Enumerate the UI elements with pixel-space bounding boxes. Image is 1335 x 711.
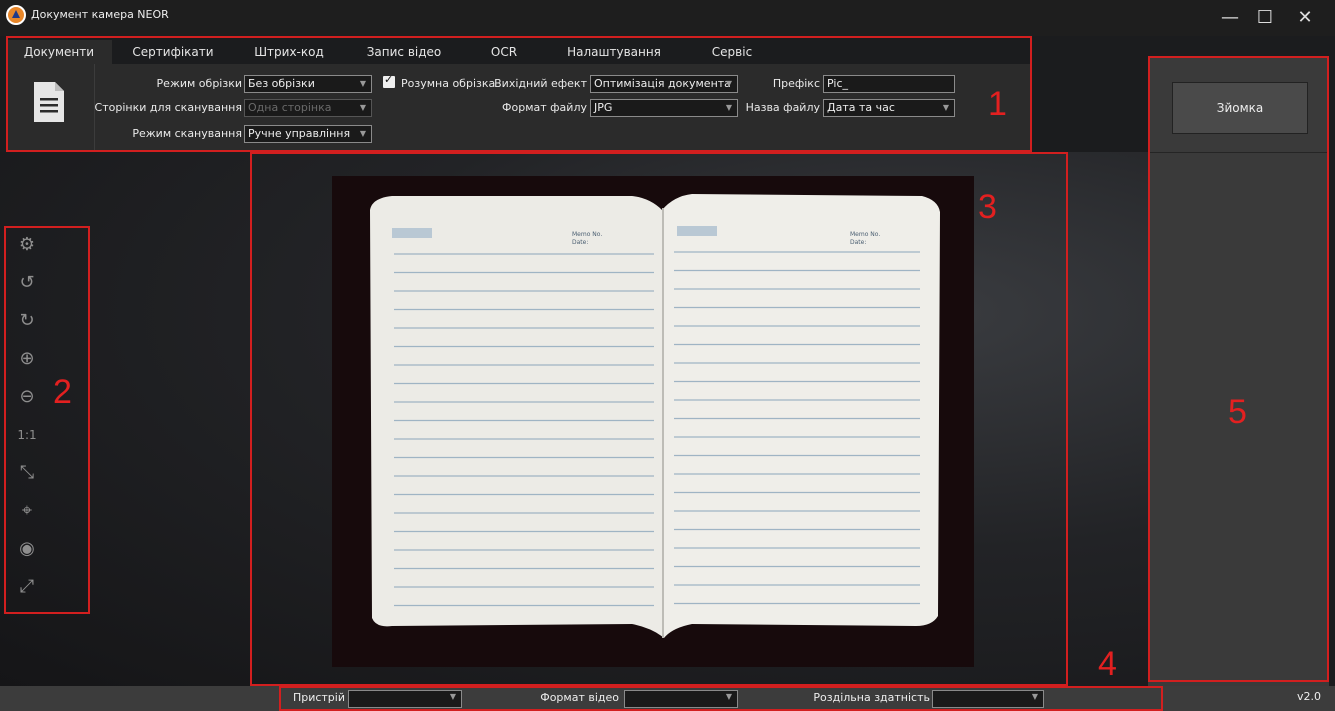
- output-effect-value: Оптимізація документа: [594, 77, 731, 90]
- left-memo-label: Memo No.: [572, 231, 602, 238]
- annotation-number-3: 3: [978, 188, 997, 226]
- video-format-label: Формат відео: [540, 691, 619, 704]
- chevron-down-icon: ▼: [359, 79, 366, 88]
- tab-certificates[interactable]: Сертифікати: [112, 40, 234, 64]
- webcam-icon[interactable]: ◉: [16, 538, 38, 560]
- camera-preview[interactable]: Memo No. Date: Memo No. Date:: [332, 176, 974, 667]
- left-date-label: Date:: [572, 239, 588, 246]
- output-effect-label: Вихідний ефект: [494, 77, 587, 90]
- pages-select[interactable]: Одна сторінка ▼: [244, 99, 372, 117]
- annotation-number-2: 2: [53, 373, 72, 411]
- annotation-number-5: 5: [1228, 393, 1247, 431]
- chevron-down-icon: ▼: [725, 103, 732, 112]
- ribbon-tabs: Документи Сертифікати Штрих-код Запис ві…: [6, 40, 1030, 64]
- crop-mode-select[interactable]: Без обрізки ▼: [244, 75, 372, 93]
- tab-documents[interactable]: Документи: [6, 40, 112, 64]
- pages-value: Одна сторінка: [248, 101, 332, 114]
- crosshair-icon[interactable]: ⌖: [16, 500, 38, 522]
- gear-icon[interactable]: ⚙: [16, 234, 38, 256]
- side-toolbar: ⚙ ↺ ↻ ⊕ ⊖ 1:1 ⤡ ⌖ ◉ ⤢: [6, 226, 90, 614]
- video-format-select[interactable]: ▼: [624, 690, 738, 708]
- right-panel: [1148, 56, 1329, 686]
- chevron-down-icon: ▼: [1031, 692, 1038, 701]
- file-format-select[interactable]: JPG ▼: [590, 99, 738, 117]
- chevron-down-icon: ▼: [725, 79, 732, 88]
- close-icon[interactable]: ✕: [1290, 6, 1320, 30]
- file-format-label: Формат файлу: [502, 101, 587, 114]
- device-select[interactable]: ▼: [348, 690, 462, 708]
- app-logo-icon: [6, 5, 26, 25]
- annotation-number-1: 1: [988, 85, 1007, 123]
- rotate-right-icon[interactable]: ↻: [16, 310, 38, 332]
- prefix-label: Префікс: [772, 77, 820, 90]
- smart-crop-checkbox[interactable]: [383, 73, 395, 88]
- rotate-left-icon[interactable]: ↺: [16, 272, 38, 294]
- resolution-select[interactable]: ▼: [932, 690, 1044, 708]
- file-name-value: Дата та час: [827, 101, 895, 114]
- crop-mode-label: Режим обрізки: [156, 77, 242, 90]
- annotation-number-4: 4: [1098, 645, 1117, 683]
- capture-button[interactable]: Зйомка: [1172, 82, 1308, 134]
- notebook-image: Memo No. Date: Memo No. Date:: [370, 194, 940, 638]
- resolution-label: Роздільна здатність: [813, 691, 930, 704]
- scan-mode-value: Ручне управління: [248, 127, 351, 140]
- crop-mode-value: Без обрізки: [248, 77, 315, 90]
- tab-barcode[interactable]: Штрих-код: [234, 40, 344, 64]
- minimize-icon[interactable]: —: [1215, 6, 1245, 30]
- maximize-icon[interactable]: ☐: [1250, 6, 1280, 30]
- actual-size-icon[interactable]: 1:1: [16, 424, 38, 446]
- tab-video-record[interactable]: Запис відео: [344, 40, 464, 64]
- version-label: v2.0: [1296, 690, 1321, 703]
- document-icon: [34, 82, 64, 122]
- output-effect-select[interactable]: Оптимізація документа ▼: [590, 75, 738, 93]
- right-date-label: Date:: [850, 239, 866, 246]
- chevron-down-icon: ▼: [359, 129, 366, 138]
- right-memo-label: Memo No.: [850, 231, 880, 238]
- fit-icon[interactable]: ⤡: [16, 462, 38, 484]
- window-title: Документ камера NEOR: [31, 8, 169, 21]
- file-format-value: JPG: [594, 101, 613, 114]
- zoom-in-icon[interactable]: ⊕: [16, 348, 38, 370]
- file-name-select[interactable]: Дата та час ▼: [823, 99, 955, 117]
- file-name-label: Назва файлу: [745, 101, 820, 114]
- zoom-out-icon[interactable]: ⊖: [16, 386, 38, 408]
- device-label: Пристрій: [292, 691, 345, 704]
- chevron-down-icon: ▼: [359, 103, 366, 112]
- tab-settings[interactable]: Налаштування: [544, 40, 684, 64]
- tab-service[interactable]: Сервіс: [684, 40, 780, 64]
- prefix-input[interactable]: Pic_: [823, 75, 955, 93]
- tab-ocr[interactable]: OCR: [464, 40, 544, 64]
- pages-label: Сторінки для сканування: [94, 101, 242, 114]
- scan-mode-select[interactable]: Ручне управління ▼: [244, 125, 372, 143]
- chevron-down-icon: ▼: [725, 692, 732, 701]
- fullscreen-icon[interactable]: ⤢: [16, 576, 38, 598]
- chevron-down-icon: ▼: [942, 103, 949, 112]
- smart-crop-label: Розумна обрізка: [401, 77, 496, 90]
- right-panel-divider: [1150, 152, 1328, 153]
- chevron-down-icon: ▼: [449, 692, 456, 701]
- scan-mode-label: Режим сканування: [132, 127, 242, 140]
- title-bar: Документ камера NEOR — ☐ ✕: [0, 0, 1335, 36]
